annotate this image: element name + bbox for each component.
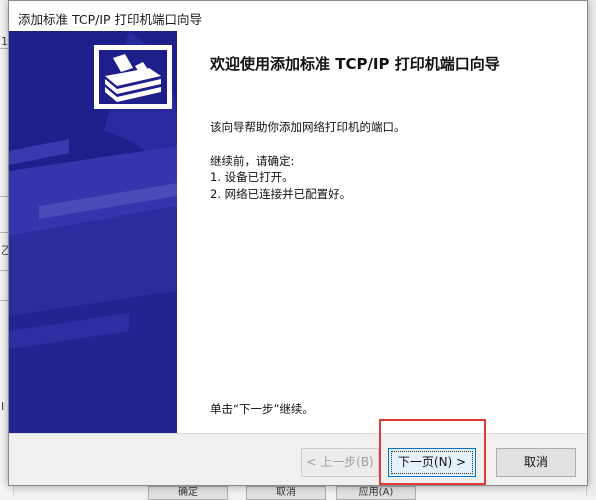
back-button[interactable]: < 上一步(B) bbox=[301, 448, 379, 477]
annotation-highlight-box bbox=[379, 419, 486, 485]
button-bar: < 上一步(B) 下一页(N) > 取消 bbox=[9, 433, 587, 485]
page-title: 欢迎使用添加标准 TCP/IP 打印机端口向导 bbox=[210, 55, 500, 73]
printer-logo-icon bbox=[94, 45, 172, 109]
wizard-dialog: 添加标准 TCP/IP 打印机端口向导 欢迎使用添加标准 TCP/IP 打印机端… bbox=[8, 0, 588, 486]
intro-text: 该向导帮助你添加网络打印机的端口。 bbox=[210, 120, 406, 134]
background-label: 1 bbox=[1, 35, 8, 48]
checklist-item: 1. 设备已打开。 bbox=[210, 170, 294, 184]
cancel-button[interactable]: 取消 bbox=[496, 448, 576, 477]
background-cancel-button: 取消 bbox=[246, 486, 326, 500]
window-title: 添加标准 TCP/IP 打印机端口向导 bbox=[18, 12, 203, 27]
background-ok-button: 确定 bbox=[148, 486, 228, 500]
background-label: I bbox=[1, 400, 5, 413]
title-bar[interactable]: 添加标准 TCP/IP 打印机端口向导 bbox=[9, 1, 587, 31]
background-apply-button: 应用(A) bbox=[336, 486, 416, 500]
footer-hint: 单击“下一步”继续。 bbox=[210, 402, 314, 416]
wizard-content: 欢迎使用添加标准 TCP/IP 打印机端口向导 该向导帮助你添加网络打印机的端口… bbox=[177, 31, 587, 433]
checklist-item: 2. 网络已连接并已配置好。 bbox=[210, 187, 352, 201]
wizard-side-panel bbox=[9, 31, 177, 433]
before-label: 继续前，请确定: bbox=[210, 154, 295, 168]
